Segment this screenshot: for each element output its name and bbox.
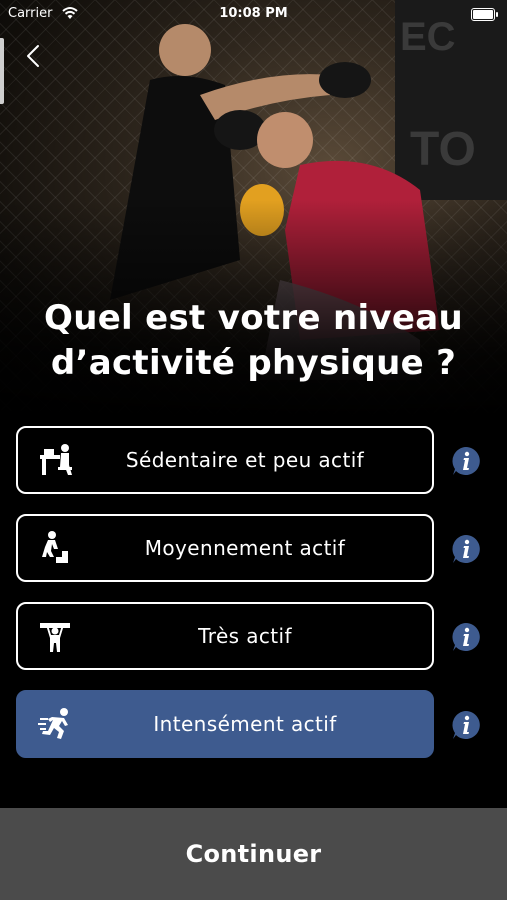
svg-text:TO: TO [410, 123, 476, 176]
edge-indicator [0, 38, 4, 104]
info-bubble-icon [452, 711, 480, 739]
stair-climbing-icon [42, 531, 68, 563]
question-line-1: Quel est votre niveau [43, 298, 463, 338]
option-label: Moyennement actif [144, 536, 346, 560]
question-title: Quel est votre niveau d’activité physiqu… [30, 296, 477, 386]
option-very-active[interactable]: Très actif [16, 602, 434, 670]
info-button-sedentary[interactable] [450, 445, 482, 477]
running-person-icon [38, 708, 68, 739]
option-sedentary[interactable]: Sédentaire et peu actif [16, 426, 434, 494]
desk-sitting-icon [40, 444, 72, 475]
continue-label: Continuer [185, 840, 322, 868]
question-line-2: d’activité physique ? [50, 343, 457, 383]
option-label: Intensément actif [153, 712, 337, 736]
info-bubble-icon [452, 623, 480, 651]
option-moderate[interactable]: Moyennement actif [16, 514, 434, 582]
chevron-left-icon [27, 45, 39, 67]
option-label: Très actif [198, 624, 292, 648]
back-button[interactable] [20, 40, 48, 72]
info-button-intense[interactable] [450, 709, 482, 741]
status-bar: Carrier 10:08 PM [0, 0, 507, 28]
battery-icon [471, 8, 498, 21]
option-label: Sédentaire et peu actif [125, 448, 365, 472]
info-button-moderate[interactable] [450, 533, 482, 565]
info-button-very-active[interactable] [450, 621, 482, 653]
option-intense[interactable]: Intensément actif [16, 690, 434, 758]
lifting-person-icon [40, 623, 70, 652]
info-bubble-icon [452, 535, 480, 563]
info-bubble-icon [452, 447, 480, 475]
status-time: 10:08 PM [219, 6, 288, 21]
continue-button[interactable]: Continuer [0, 808, 507, 900]
